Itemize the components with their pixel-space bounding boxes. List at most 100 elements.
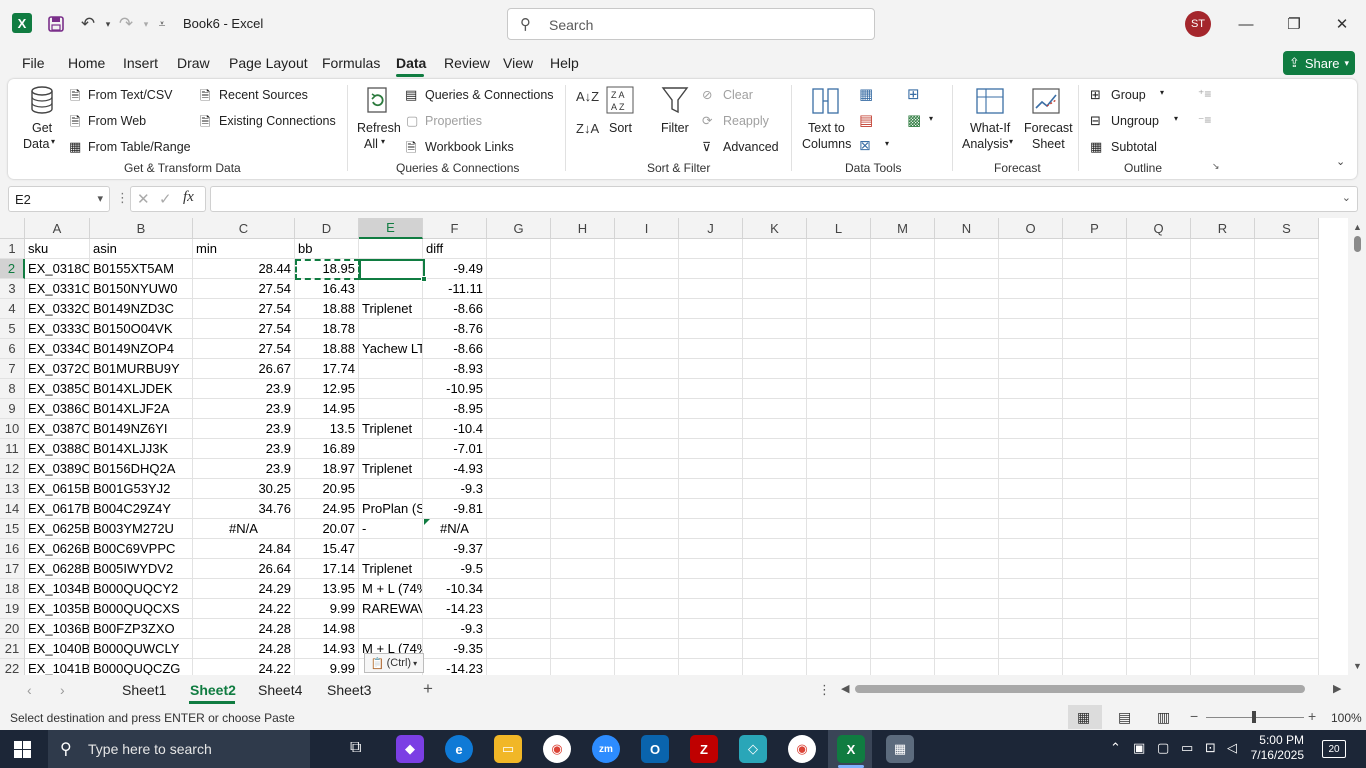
column-header-o[interactable]: O — [999, 218, 1063, 239]
page-break-view-icon[interactable]: ▥ — [1157, 709, 1170, 726]
empty-cell[interactable] — [999, 619, 1063, 639]
empty-cell[interactable] — [1063, 559, 1127, 579]
empty-cell[interactable] — [551, 619, 615, 639]
table-cell[interactable]: 30.25 — [193, 479, 295, 499]
tab-home[interactable]: Home — [68, 55, 105, 71]
empty-cell[interactable] — [1255, 639, 1319, 659]
empty-cell[interactable] — [1255, 659, 1319, 675]
table-cell[interactable]: 14.98 — [295, 619, 359, 639]
empty-cell[interactable] — [1063, 299, 1127, 319]
empty-cell[interactable] — [871, 579, 935, 599]
tab-view[interactable]: View — [503, 55, 533, 71]
row-header[interactable]: 10 — [0, 419, 25, 439]
empty-cell[interactable] — [807, 619, 871, 639]
empty-cell[interactable] — [679, 319, 743, 339]
empty-cell[interactable] — [999, 279, 1063, 299]
empty-cell[interactable] — [999, 579, 1063, 599]
empty-cell[interactable] — [871, 259, 935, 279]
table-cell[interactable]: -8.66 — [423, 339, 487, 359]
column-header-r[interactable]: R — [1191, 218, 1255, 239]
table-cell[interactable]: EX_0333C( — [25, 319, 90, 339]
empty-cell[interactable] — [615, 319, 679, 339]
scroll-left-icon[interactable]: ◀ — [841, 682, 849, 695]
empty-cell[interactable] — [935, 539, 999, 559]
empty-cell[interactable] — [1063, 539, 1127, 559]
empty-cell[interactable] — [1255, 379, 1319, 399]
table-cell[interactable]: RAREWAV — [359, 599, 423, 619]
minimize-icon[interactable]: — — [1231, 10, 1261, 38]
empty-cell[interactable] — [1063, 659, 1127, 675]
tab-help[interactable]: Help — [550, 55, 579, 71]
table-cell[interactable] — [359, 399, 423, 419]
empty-cell[interactable] — [1063, 339, 1127, 359]
empty-cell[interactable] — [871, 319, 935, 339]
empty-cell[interactable] — [935, 499, 999, 519]
empty-cell[interactable] — [807, 259, 871, 279]
empty-cell[interactable] — [615, 299, 679, 319]
table-cell[interactable]: -9.37 — [423, 539, 487, 559]
empty-cell[interactable] — [615, 579, 679, 599]
camera-icon[interactable]: ▣ — [1133, 740, 1145, 756]
expand-formula-icon[interactable]: ⌄ — [1342, 191, 1351, 204]
properties-button[interactable]: Properties — [425, 114, 482, 128]
outlook-app-icon[interactable]: O — [641, 735, 669, 763]
empty-cell[interactable] — [487, 459, 551, 479]
empty-cell[interactable] — [1255, 479, 1319, 499]
empty-cell[interactable] — [807, 319, 871, 339]
empty-cell[interactable] — [487, 519, 551, 539]
generic-app-icon[interactable]: ◇ — [739, 735, 767, 763]
table-cell[interactable]: EX_0386C( — [25, 399, 90, 419]
empty-cell[interactable] — [999, 259, 1063, 279]
empty-cell[interactable] — [679, 379, 743, 399]
data-validation-icon[interactable]: ⊠ — [859, 137, 871, 154]
text-to-columns-label[interactable]: Columns — [802, 137, 851, 151]
column-header-b[interactable]: B — [90, 218, 193, 239]
empty-cell[interactable] — [679, 479, 743, 499]
empty-cell[interactable] — [1191, 319, 1255, 339]
empty-cell[interactable] — [743, 659, 807, 675]
empty-cell[interactable] — [551, 499, 615, 519]
row-header[interactable]: 8 — [0, 379, 25, 399]
table-cell[interactable]: 9.99 — [295, 659, 359, 675]
empty-cell[interactable] — [615, 559, 679, 579]
empty-cell[interactable] — [1063, 359, 1127, 379]
name-box[interactable]: E2 ▾ — [8, 186, 110, 212]
empty-cell[interactable] — [679, 339, 743, 359]
empty-cell[interactable] — [1191, 599, 1255, 619]
empty-cell[interactable] — [935, 399, 999, 419]
empty-cell[interactable] — [1127, 419, 1191, 439]
empty-cell[interactable] — [1191, 339, 1255, 359]
empty-cell[interactable] — [807, 279, 871, 299]
empty-cell[interactable] — [1127, 359, 1191, 379]
empty-cell[interactable] — [615, 359, 679, 379]
empty-cell[interactable] — [743, 419, 807, 439]
empty-cell[interactable] — [743, 239, 807, 259]
empty-cell[interactable] — [487, 419, 551, 439]
table-cell[interactable]: EX_0318C( — [25, 259, 90, 279]
row-header[interactable]: 16 — [0, 539, 25, 559]
tab-data[interactable]: Data — [396, 55, 426, 71]
empty-cell[interactable] — [615, 519, 679, 539]
empty-cell[interactable] — [1127, 559, 1191, 579]
column-header-m[interactable]: M — [871, 218, 935, 239]
empty-cell[interactable] — [935, 439, 999, 459]
table-cell[interactable]: 24.29 — [193, 579, 295, 599]
empty-cell[interactable] — [871, 459, 935, 479]
table-cell[interactable]: EX_1036B( — [25, 619, 90, 639]
fill-handle[interactable] — [421, 276, 427, 282]
empty-cell[interactable] — [615, 499, 679, 519]
file-explorer-icon[interactable]: ▭ — [494, 735, 522, 763]
row-header[interactable]: 7 — [0, 359, 25, 379]
empty-cell[interactable] — [999, 239, 1063, 259]
empty-cell[interactable] — [999, 519, 1063, 539]
empty-cell[interactable] — [1255, 459, 1319, 479]
table-cell[interactable]: Triplenet — [359, 459, 423, 479]
tab-split-handle[interactable]: ⋮ — [818, 682, 831, 698]
empty-cell[interactable] — [999, 379, 1063, 399]
from-table-range-button[interactable]: From Table/Range — [88, 140, 191, 154]
empty-cell[interactable] — [615, 259, 679, 279]
table-cell[interactable]: #N/A — [193, 519, 295, 539]
column-header-e[interactable]: E — [359, 218, 423, 239]
empty-cell[interactable] — [679, 419, 743, 439]
empty-cell[interactable] — [1127, 259, 1191, 279]
